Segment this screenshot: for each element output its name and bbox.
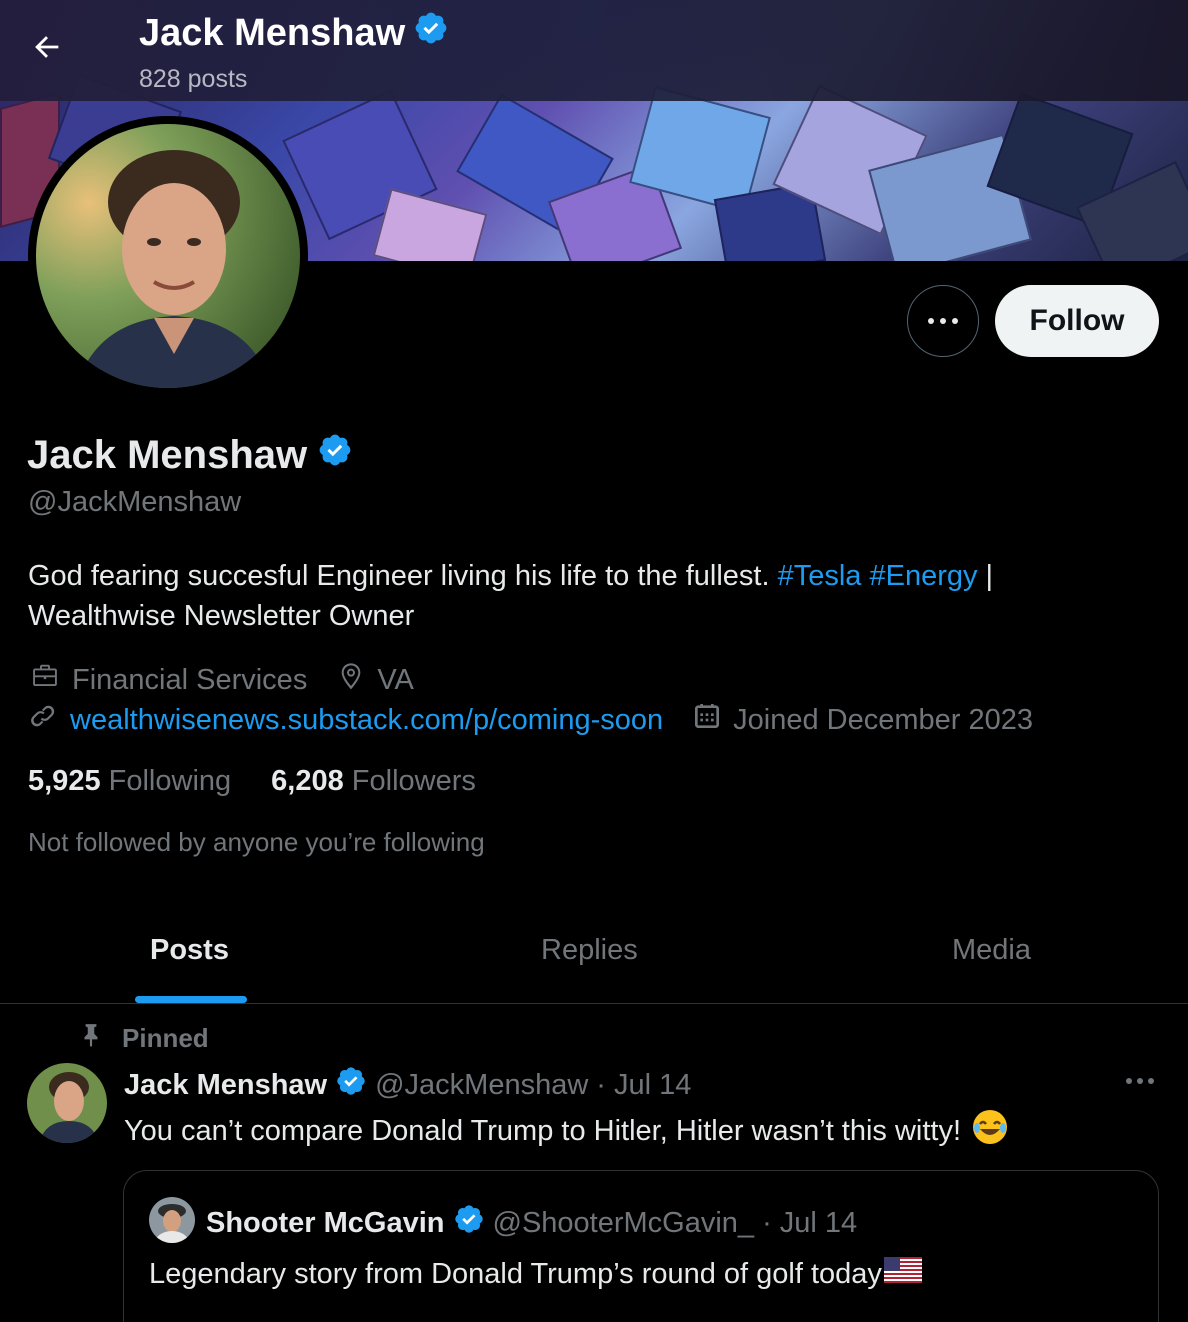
profile-handle: @JackMenshaw bbox=[28, 486, 242, 518]
verified-badge-icon[interactable] bbox=[335, 1065, 367, 1105]
top-bar: Jack Menshaw 828 posts bbox=[0, 0, 1188, 101]
post-more-button[interactable] bbox=[1120, 1066, 1160, 1096]
profile-joined: Joined December 2023 bbox=[691, 700, 1033, 740]
post-author-avatar[interactable] bbox=[27, 1063, 107, 1143]
pinned-label: Pinned bbox=[122, 1023, 209, 1053]
post-text-content: You can’t compare Donald Trump to Hitler… bbox=[124, 1114, 962, 1147]
post-author-handle[interactable]: @JackMenshaw bbox=[375, 1069, 588, 1102]
quoted-author-name: Shooter McGavin bbox=[206, 1206, 445, 1239]
more-icon bbox=[927, 312, 959, 330]
post-header: Jack Menshaw @JackMenshaw · Jul 14 bbox=[124, 1065, 691, 1105]
following-label: Following bbox=[108, 765, 232, 797]
profile-tabs: Posts Replies Media bbox=[0, 906, 1188, 1004]
header-name: Jack Menshaw bbox=[139, 11, 406, 54]
quoted-header: Shooter McGavin @ShooterMcGavin_ · Jul 1… bbox=[206, 1203, 857, 1243]
back-arrow-icon bbox=[30, 30, 64, 69]
profile-name: Jack Menshaw bbox=[27, 432, 353, 478]
profile-category: Financial Services bbox=[28, 661, 307, 699]
more-options-button[interactable] bbox=[907, 285, 979, 357]
website-link[interactable]: wealthwisenews.substack.com/p/coming-soo… bbox=[70, 704, 663, 737]
active-tab-indicator bbox=[135, 996, 247, 1003]
header-title: Jack Menshaw bbox=[139, 10, 449, 56]
follow-button[interactable]: Follow bbox=[995, 285, 1159, 357]
profile-meta-row-2: wealthwisenews.substack.com/p/coming-soo… bbox=[28, 700, 1061, 740]
joined-text: Joined December 2023 bbox=[733, 703, 1034, 736]
category-text: Financial Services bbox=[72, 663, 308, 696]
following-stat[interactable]: 5,925 Following bbox=[28, 765, 231, 798]
bio-text: God fearing succesful Engineer living hi… bbox=[28, 560, 778, 592]
verified-badge-icon bbox=[453, 1203, 485, 1243]
tab-posts[interactable]: Posts bbox=[150, 934, 229, 967]
verified-badge-icon[interactable] bbox=[317, 432, 353, 478]
more-icon bbox=[1125, 1072, 1155, 1090]
calendar-icon bbox=[691, 700, 723, 740]
verified-badge-icon[interactable] bbox=[413, 10, 449, 56]
profile-name-text: Jack Menshaw bbox=[27, 432, 308, 477]
us-flag-icon bbox=[883, 1257, 922, 1291]
not-followed-notice: Not followed by anyone you’re following bbox=[28, 827, 485, 857]
quoted-text: Legendary story from Donald Trump’s roun… bbox=[149, 1257, 922, 1291]
tab-media[interactable]: Media bbox=[952, 934, 1031, 967]
laughing-emoji-icon bbox=[971, 1108, 1009, 1154]
profile-bio: God fearing succesful Engineer living hi… bbox=[28, 556, 1148, 636]
quoted-author-handle: @ShooterMcGavin_ bbox=[492, 1206, 755, 1239]
followers-label: Followers bbox=[351, 765, 476, 797]
profile-avatar[interactable] bbox=[28, 116, 308, 396]
follow-stats: 5,925 Following 6,208 Followers bbox=[28, 765, 476, 798]
hashtag-tesla[interactable]: #Tesla bbox=[778, 560, 862, 592]
briefcase-icon bbox=[28, 661, 62, 699]
profile-website[interactable]: wealthwisenews.substack.com/p/coming-soo… bbox=[28, 700, 663, 740]
quoted-text-content: Legendary story from Donald Trump’s roun… bbox=[149, 1257, 882, 1290]
tab-replies[interactable]: Replies bbox=[541, 934, 638, 967]
post-text: You can’t compare Donald Trump to Hitler… bbox=[124, 1108, 1009, 1154]
location-pin-icon bbox=[335, 660, 367, 700]
following-count: 5,925 bbox=[28, 765, 101, 797]
pinned-indicator: Pinned bbox=[78, 1020, 209, 1057]
avatar-image bbox=[36, 124, 300, 388]
location-text: VA bbox=[377, 663, 414, 696]
pin-icon bbox=[78, 1020, 104, 1057]
hashtag-energy[interactable]: #Energy bbox=[869, 560, 977, 592]
posts-count: 828 posts bbox=[139, 65, 248, 93]
quoted-post[interactable]: Shooter McGavin @ShooterMcGavin_ · Jul 1… bbox=[123, 1170, 1159, 1322]
post-author-name[interactable]: Jack Menshaw bbox=[124, 1069, 327, 1102]
followers-stat[interactable]: 6,208 Followers bbox=[271, 765, 476, 798]
profile-location: VA bbox=[335, 660, 414, 700]
quoted-date: · Jul 14 bbox=[762, 1206, 858, 1239]
quoted-author-avatar[interactable] bbox=[149, 1197, 195, 1243]
post-date[interactable]: · Jul 14 bbox=[596, 1069, 691, 1102]
link-icon bbox=[28, 700, 60, 740]
back-button[interactable] bbox=[22, 26, 72, 72]
profile-meta-row-1: Financial Services VA bbox=[28, 660, 442, 700]
followers-count: 6,208 bbox=[271, 765, 344, 797]
